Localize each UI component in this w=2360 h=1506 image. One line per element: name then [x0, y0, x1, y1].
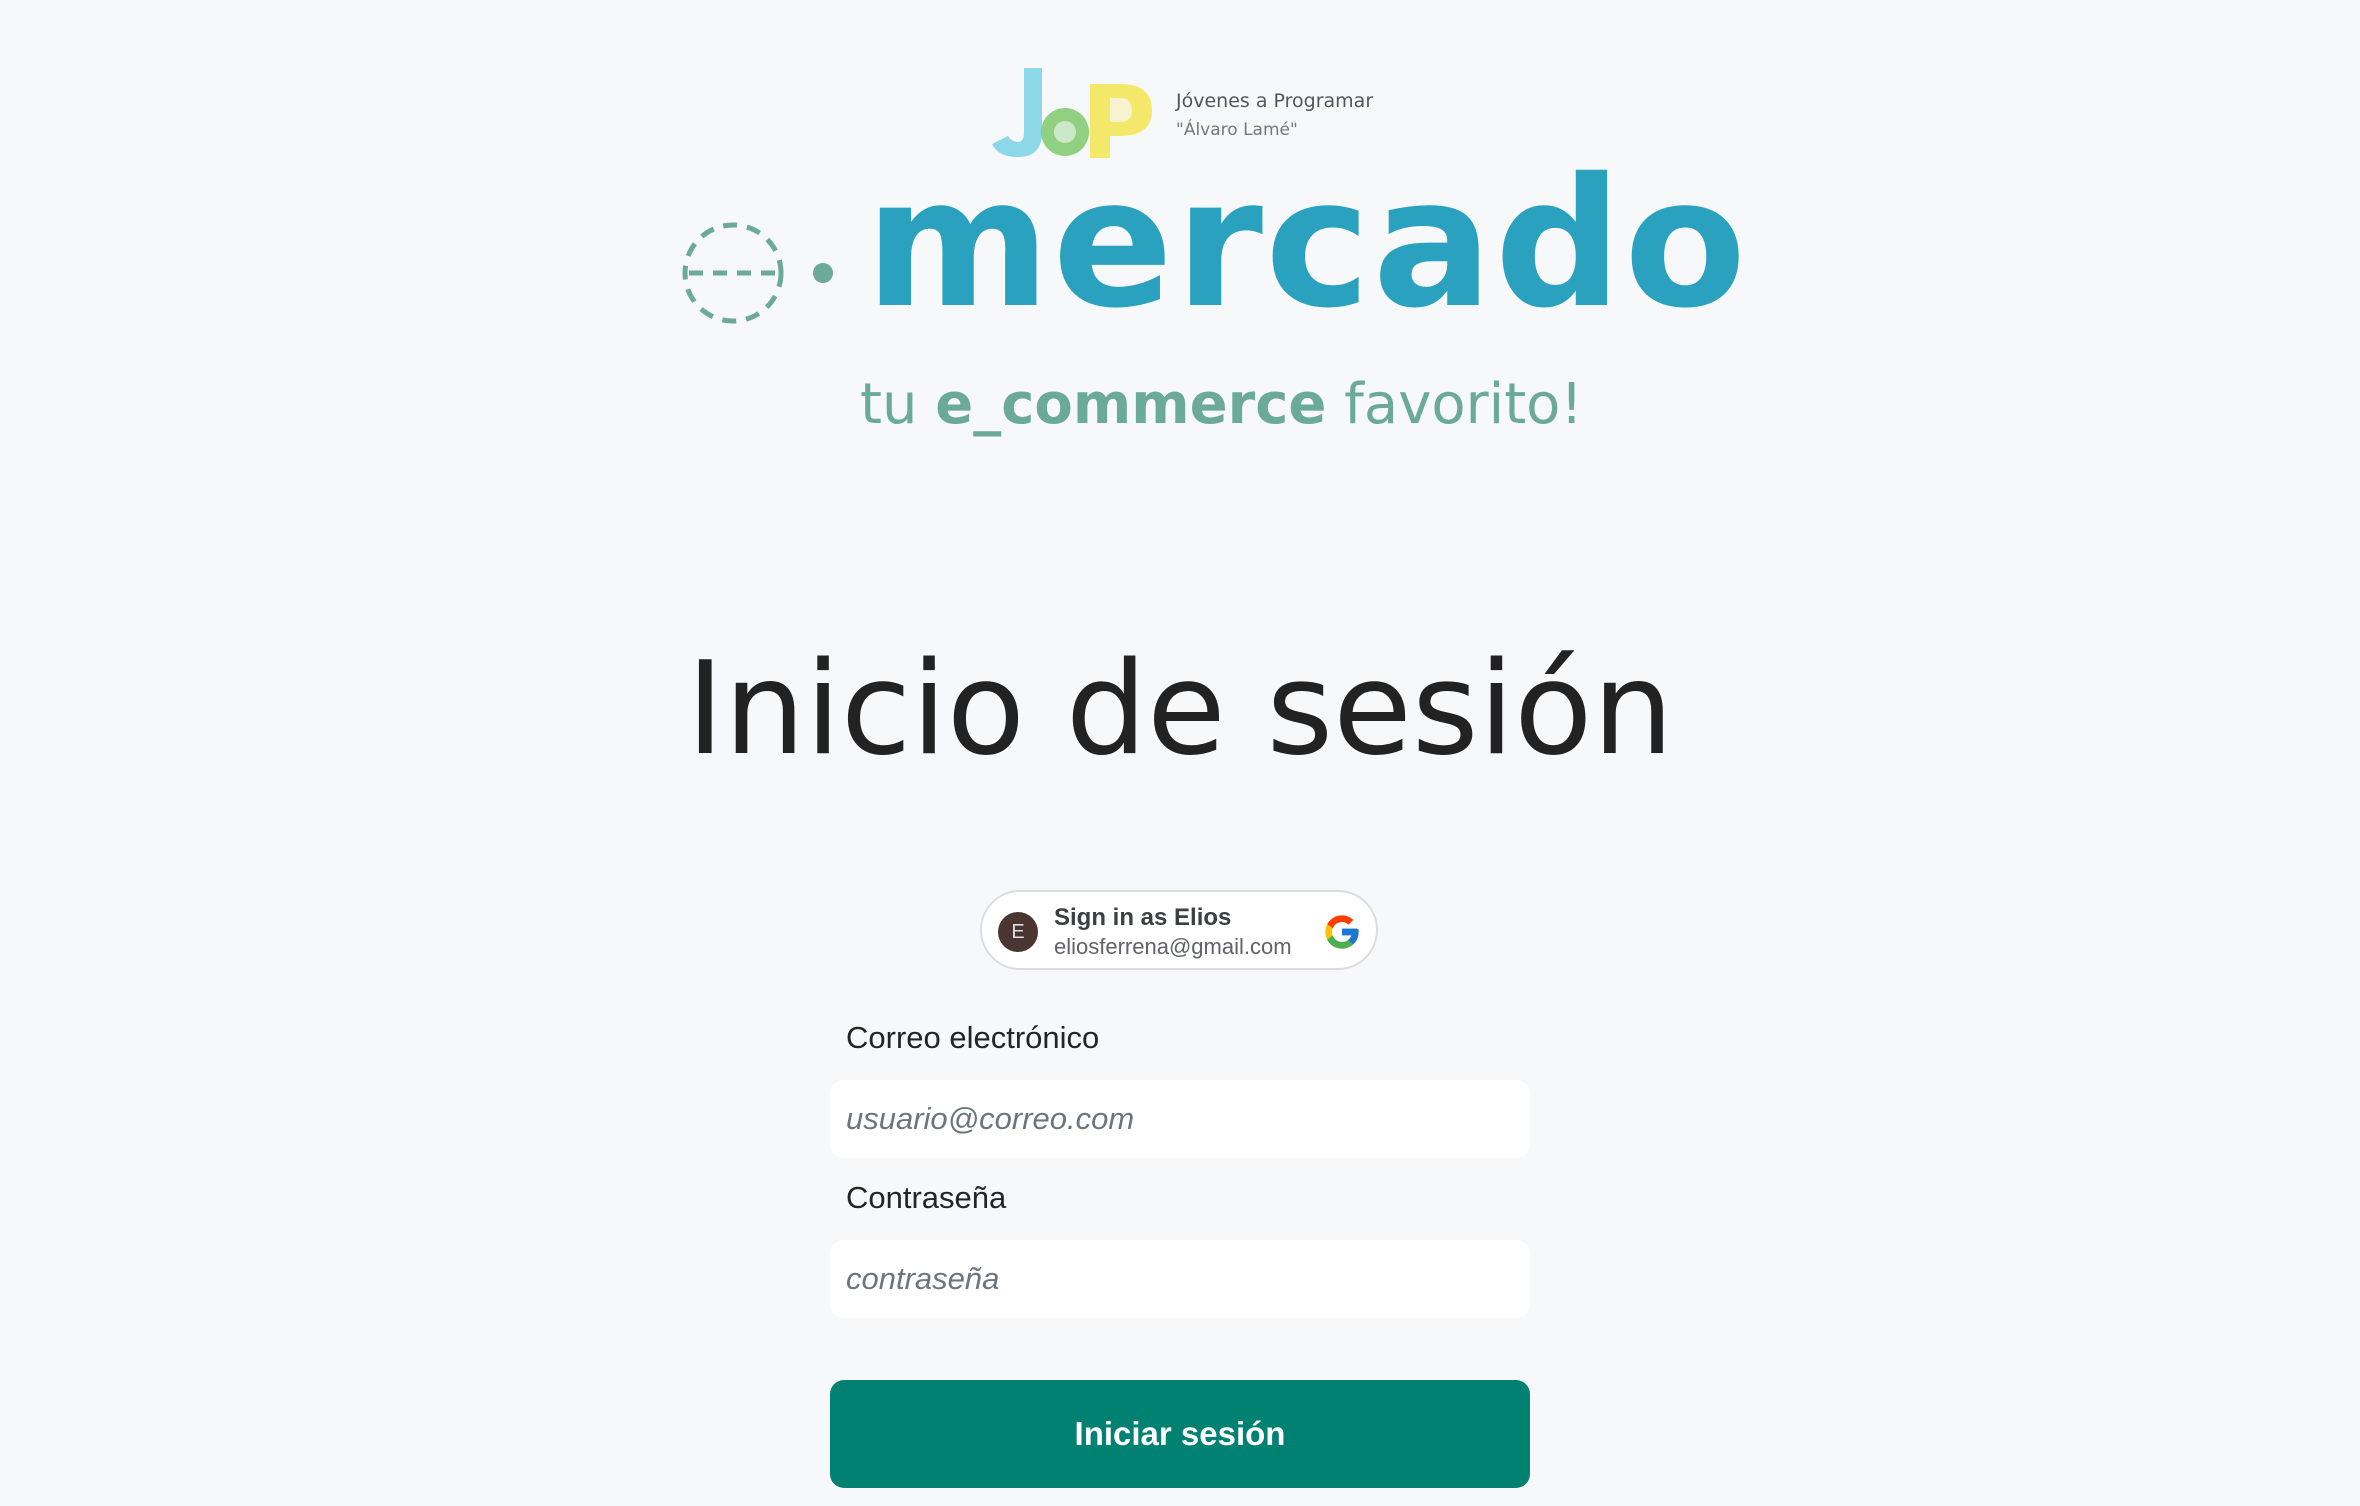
jap-logo-line1: Jóvenes a Programar: [1176, 90, 1374, 112]
tagline-part1: tu: [860, 372, 936, 437]
password-field[interactable]: [830, 1240, 1530, 1318]
login-button[interactable]: Iniciar sesión: [830, 1380, 1530, 1488]
tagline-part3: favorito!: [1326, 372, 1583, 437]
google-g-icon: [1325, 915, 1359, 949]
google-signin-label: Sign in as Elios: [1054, 904, 1232, 931]
tagline-part2: e_commerce: [935, 372, 1327, 437]
jap-logo-line2: "Álvaro Lamé": [1176, 120, 1298, 140]
email-field[interactable]: [830, 1080, 1530, 1158]
avatar: E: [998, 912, 1038, 952]
password-label: Contraseña: [846, 1180, 1007, 1215]
google-signin-email: eliosferrena@gmail.com: [1054, 934, 1292, 959]
login-page: Jóvenes a Programar "Álvaro Lamé" mercad…: [0, 0, 2360, 1506]
brand-name: mercado: [865, 140, 1749, 347]
emercado-logo: mercado: [675, 155, 1746, 345]
google-signin-button[interactable]: E Sign in as Elios eliosferrena@gmail.co…: [980, 890, 1378, 970]
page-title: Inicio de sesión: [686, 635, 1674, 784]
tagline: tu e_commerce favorito!: [860, 372, 1583, 437]
emercado-e-icon: [682, 222, 833, 324]
email-label: Correo electrónico: [846, 1020, 1100, 1055]
